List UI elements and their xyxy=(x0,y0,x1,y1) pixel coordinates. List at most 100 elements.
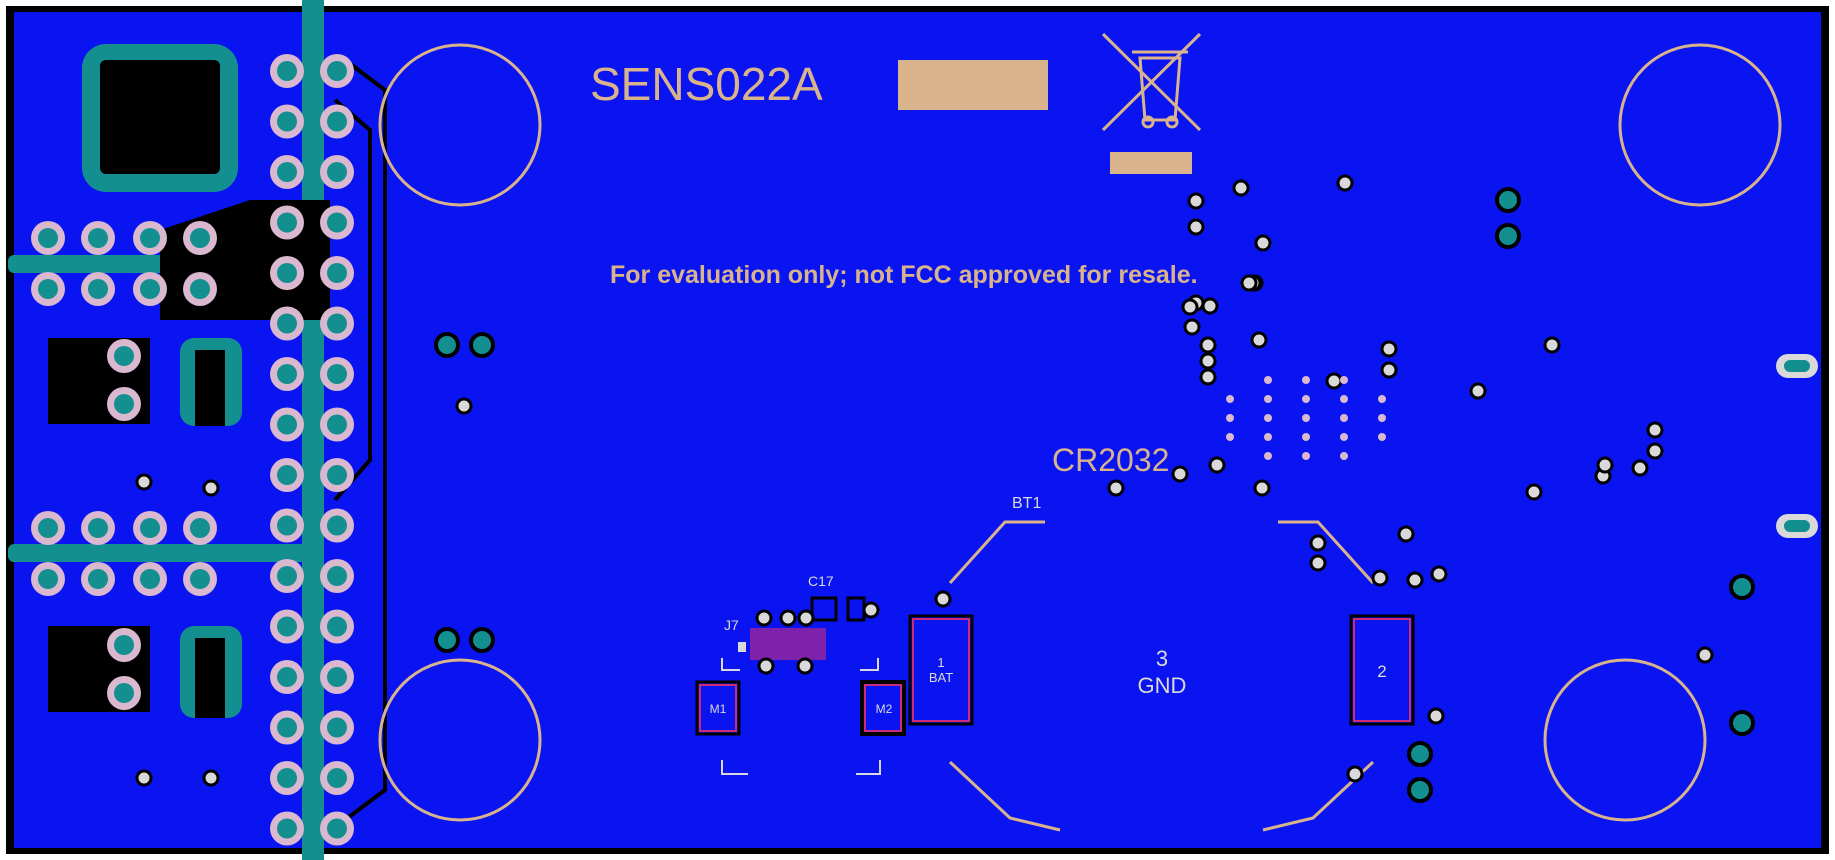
via xyxy=(1346,765,1364,783)
pcb-board: SENS022A For evaluation only; not FCC ap… xyxy=(6,0,1829,860)
label-box xyxy=(898,60,1048,110)
top-left-pad xyxy=(82,44,238,192)
via xyxy=(1199,336,1217,354)
header-pin-hole xyxy=(277,667,297,687)
via xyxy=(1208,456,1226,474)
via xyxy=(1543,336,1561,354)
via xyxy=(1696,646,1714,664)
via xyxy=(1250,331,1268,349)
via xyxy=(1371,569,1389,587)
header-pin-hole xyxy=(277,61,297,81)
via xyxy=(796,657,814,675)
header-pin-hole xyxy=(277,566,297,586)
via-large xyxy=(1495,223,1521,249)
left-pin-hole xyxy=(190,569,210,589)
bga-ball xyxy=(1302,414,1310,422)
via xyxy=(1183,318,1201,336)
header-pin-hole xyxy=(327,61,347,81)
horizontal-trace-2 xyxy=(8,544,308,562)
bga-ball xyxy=(1378,395,1386,403)
m2-label: M2 xyxy=(876,702,893,716)
via-large xyxy=(1407,777,1433,803)
header-pin-hole xyxy=(327,111,347,132)
left-pin-hole xyxy=(38,518,58,538)
bga-ball xyxy=(1302,433,1310,441)
via xyxy=(1397,525,1415,543)
left-pin-hole xyxy=(114,635,134,655)
left-pin-hole xyxy=(190,518,210,538)
via xyxy=(1596,456,1614,474)
via xyxy=(1406,571,1424,589)
left-pin-hole xyxy=(88,228,108,248)
header-pin-hole xyxy=(327,414,347,435)
via xyxy=(1525,483,1543,501)
left-pin-hole xyxy=(38,569,58,589)
header-pin-hole xyxy=(277,717,297,738)
via xyxy=(1253,479,1271,497)
via-large xyxy=(1495,187,1521,213)
via xyxy=(755,609,773,627)
connector-ref: J7 xyxy=(724,617,739,633)
left-pin-hole xyxy=(140,518,160,538)
via xyxy=(779,609,797,627)
bga-ball xyxy=(1264,414,1272,422)
via xyxy=(1201,297,1219,315)
battery-pad-1: 1 BAT xyxy=(908,614,974,726)
via xyxy=(1430,565,1448,583)
left-pin-hole xyxy=(114,683,134,703)
left-pin-hole xyxy=(190,228,210,248)
header-pin-hole xyxy=(327,263,347,283)
via xyxy=(1309,554,1327,572)
header-pin-hole xyxy=(327,364,347,384)
pad3-label: 3 xyxy=(1156,646,1168,671)
left-pin-hole xyxy=(88,279,108,299)
via-large xyxy=(469,627,495,653)
bga-ball xyxy=(1340,395,1348,403)
left-pin-hole xyxy=(190,279,210,299)
via xyxy=(135,473,153,491)
bga-ball xyxy=(1302,395,1310,403)
left-pin-hole xyxy=(114,394,134,414)
bga-ball xyxy=(1302,452,1310,460)
header-pin-hole xyxy=(277,364,297,384)
battery-pad-2: 2 xyxy=(1349,614,1415,726)
pad2-label: 2 xyxy=(1377,662,1386,681)
header-pin-hole xyxy=(327,616,347,637)
via xyxy=(1631,459,1649,477)
via-large xyxy=(434,332,460,358)
via xyxy=(1187,192,1205,210)
left-pin-hole xyxy=(140,279,160,299)
via xyxy=(1232,179,1250,197)
via xyxy=(1171,465,1189,483)
via xyxy=(455,397,473,415)
header-pin-hole xyxy=(277,313,297,334)
cap-ref: C17 xyxy=(808,573,834,589)
via xyxy=(1380,340,1398,358)
via xyxy=(1380,361,1398,379)
via xyxy=(1240,274,1258,292)
bga-ball xyxy=(1264,376,1272,384)
via xyxy=(757,657,775,675)
header-pin-hole xyxy=(277,616,297,637)
via xyxy=(797,609,815,627)
via-large xyxy=(1729,710,1755,736)
via xyxy=(1469,382,1487,400)
header-pin-hole xyxy=(277,212,297,233)
header-pin-hole xyxy=(327,162,347,182)
header-pin-hole xyxy=(277,162,297,182)
via xyxy=(1199,368,1217,386)
header-pin-hole xyxy=(277,515,297,536)
pad3-sub: GND xyxy=(1138,673,1187,698)
via-large xyxy=(469,332,495,358)
header-pin-hole xyxy=(277,111,297,132)
weee-bar xyxy=(1110,152,1192,174)
battery-type: CR2032 xyxy=(1052,442,1169,478)
header-pin-hole xyxy=(327,566,347,586)
via xyxy=(1181,298,1199,316)
bga-ball xyxy=(1226,433,1234,441)
m1-label: M1 xyxy=(710,702,727,716)
via xyxy=(1336,174,1354,192)
header-pin-hole xyxy=(277,768,297,788)
via-large xyxy=(434,627,460,653)
left-pin-hole xyxy=(38,279,58,299)
